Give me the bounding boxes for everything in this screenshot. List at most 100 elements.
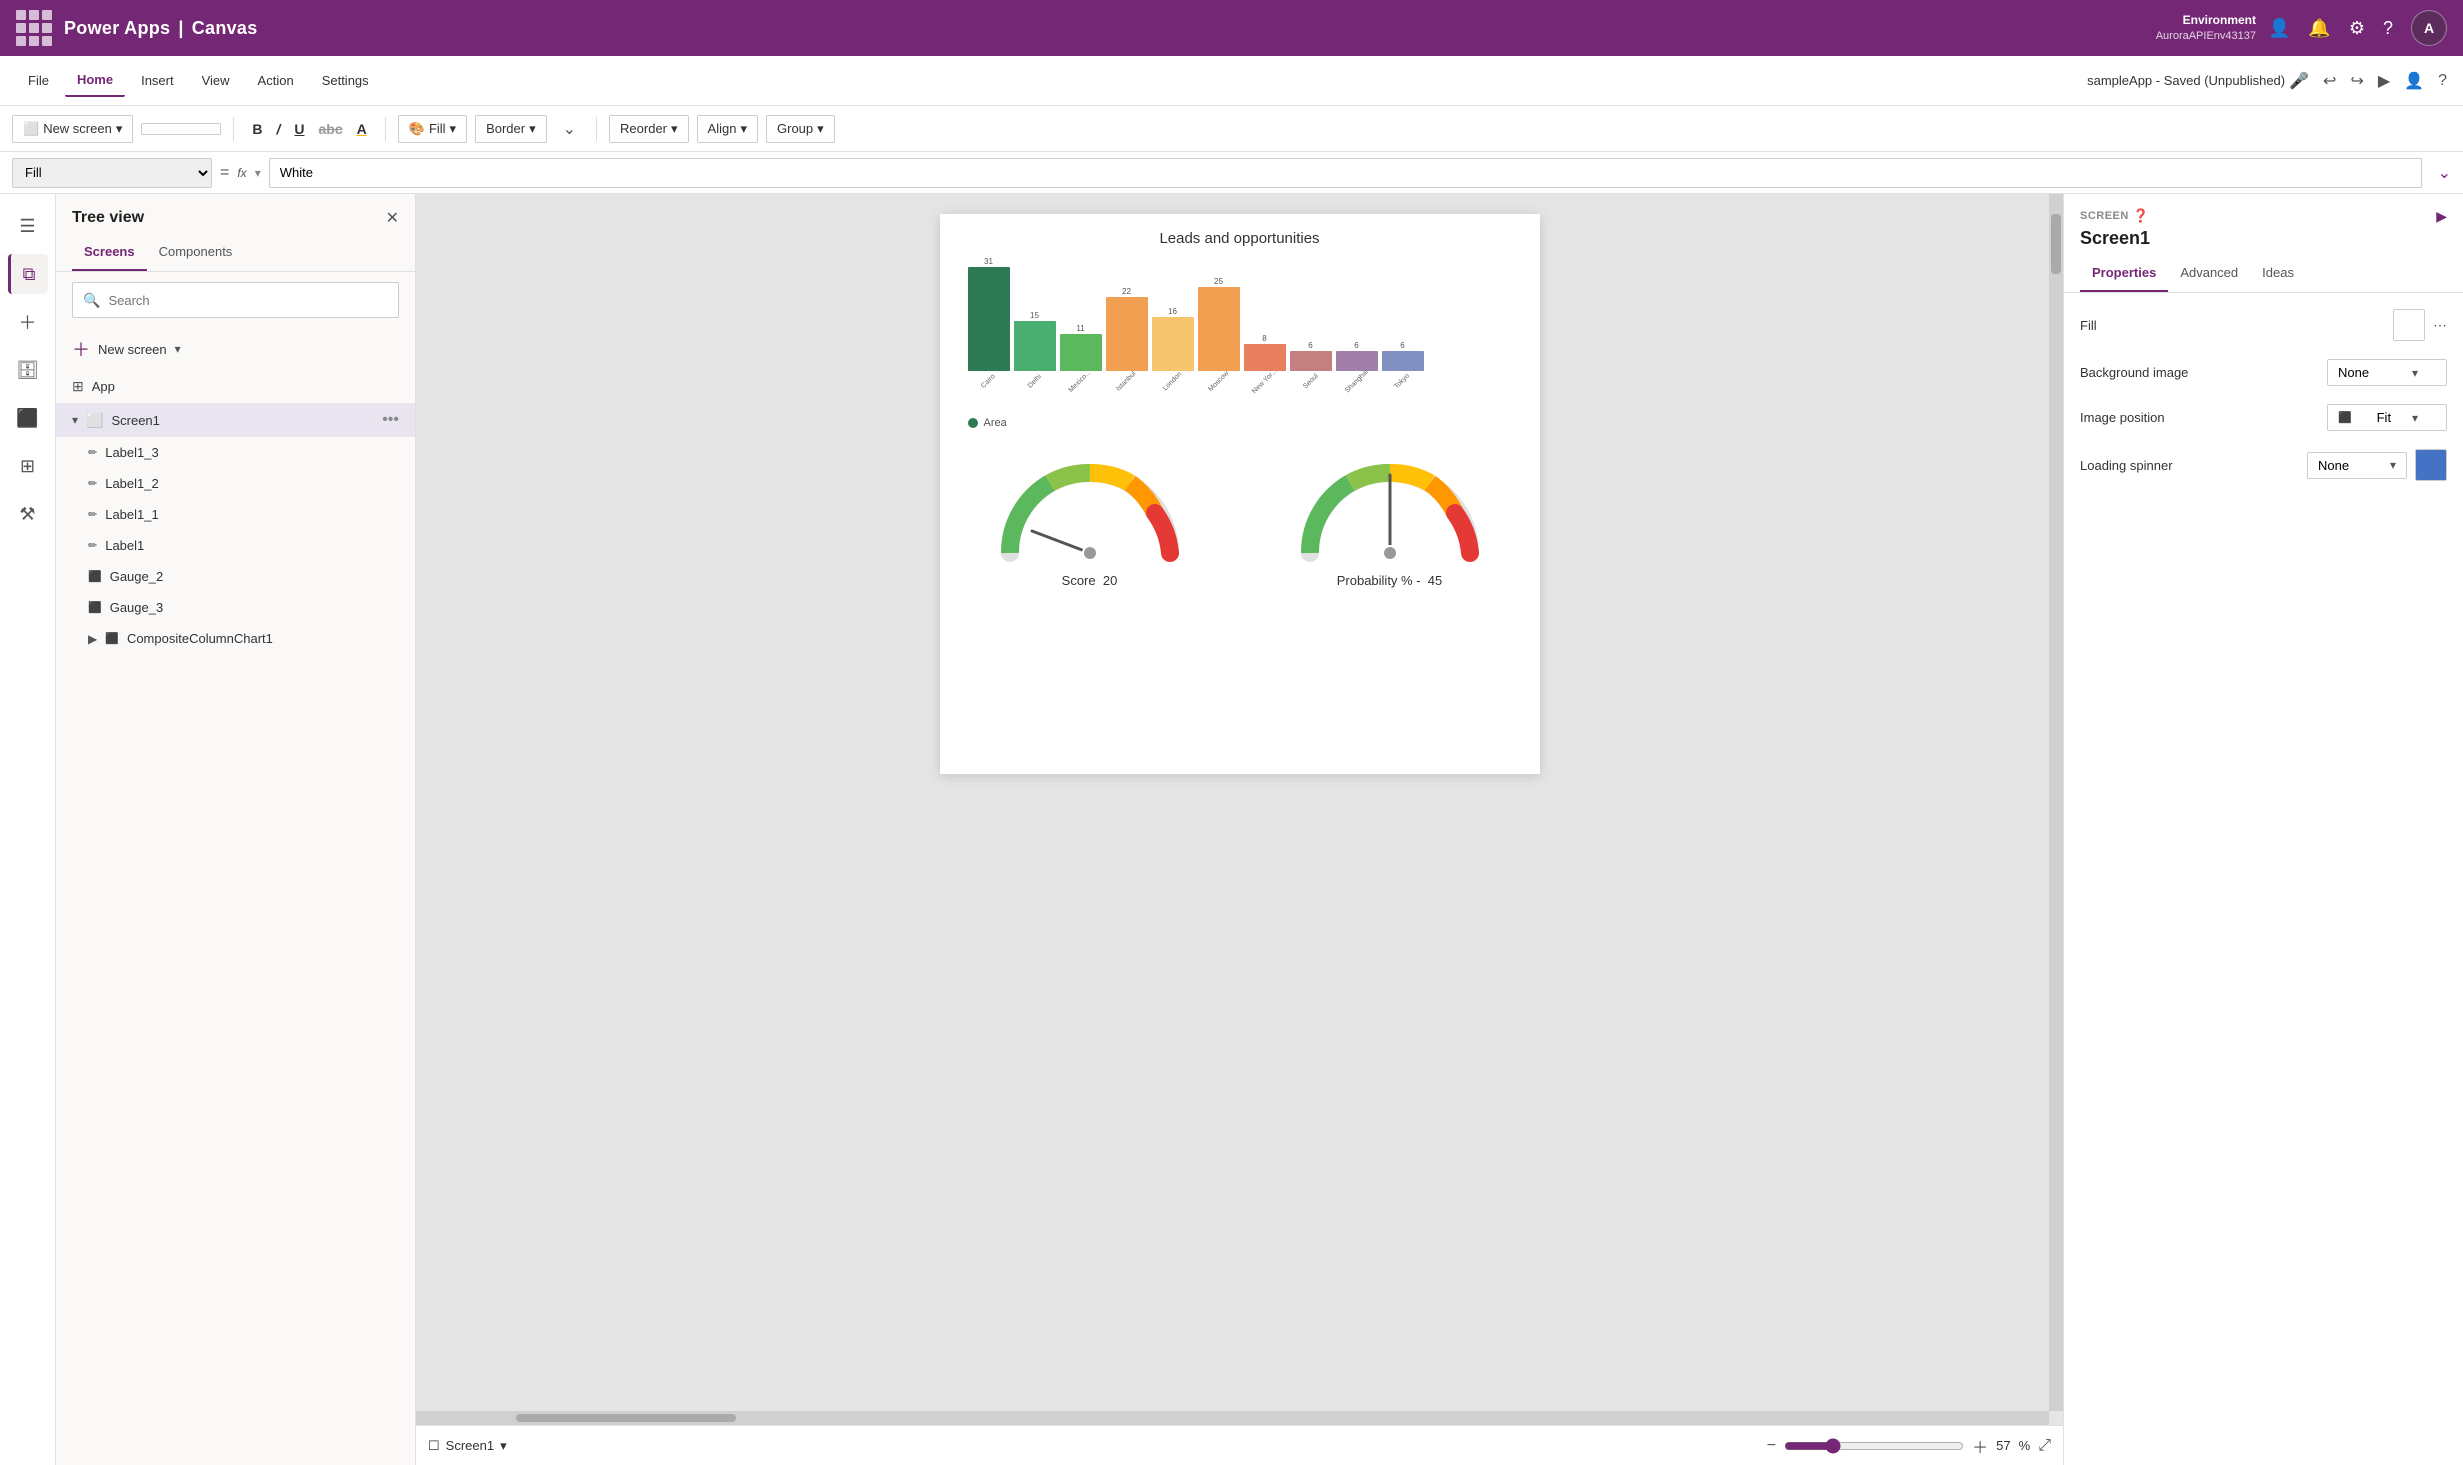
menu-settings[interactable]: Settings <box>310 65 381 96</box>
fill-label: Fill <box>429 121 446 136</box>
new-screen-button[interactable]: ⬜ New screen ▾ <box>12 115 133 143</box>
fill-more-icon[interactable]: ⋯ <box>2433 317 2447 334</box>
toolbar-sep-1 <box>233 117 234 141</box>
rp-image-position-dropdown[interactable]: ⬛ Fit ▾ <box>2327 404 2447 431</box>
redo-icon[interactable]: ↪ <box>2350 71 2363 91</box>
fill-button[interactable]: 🎨 Fill ▾ <box>398 115 467 143</box>
fill-color-picker[interactable] <box>2393 309 2425 341</box>
zoom-slider[interactable] <box>1784 1438 1964 1454</box>
env-value: AuroraAPIEnv43137 <box>2156 29 2256 43</box>
rp-spinner-dropdown[interactable]: None ▾ <box>2307 452 2407 479</box>
menu-view[interactable]: View <box>190 65 242 96</box>
avatar[interactable]: A <box>2411 10 2447 46</box>
voice-icon[interactable]: 🎤 <box>2289 71 2309 91</box>
notification-icon[interactable]: 🔔 <box>2308 18 2330 39</box>
settings-icon[interactable]: ⚙ <box>2349 18 2365 39</box>
data-icon[interactable]: 🗄 <box>8 350 48 390</box>
font-selector[interactable] <box>141 123 221 135</box>
rp-bg-image-label: Background image <box>2080 365 2188 380</box>
zoom-unit: % <box>2019 1438 2031 1453</box>
horizontal-scrollbar[interactable] <box>416 1411 2049 1425</box>
menu-insert[interactable]: Insert <box>129 65 186 96</box>
spinner-color-picker[interactable] <box>2415 449 2447 481</box>
toolbar: ⬜ New screen ▾ B / U abc A 🎨 Fill ▾ Bord… <box>0 106 2463 152</box>
user-icon[interactable]: 👤 <box>2268 18 2290 39</box>
tree-item-gauge2[interactable]: ⬛ Gauge_2 <box>56 561 415 592</box>
undo-icon[interactable]: ↩ <box>2323 71 2336 91</box>
formula-expand[interactable]: ⌄ <box>2438 163 2451 183</box>
tree-item-chart1[interactable]: ▶ ⬛ CompositeColumnChart1 <box>56 623 415 654</box>
screen-icon: ⬜ <box>86 412 103 429</box>
zoom-in-button[interactable]: ＋ <box>1972 1434 1988 1458</box>
rp-tab-ideas[interactable]: Ideas <box>2250 257 2306 292</box>
property-select[interactable]: Fill <box>12 158 212 188</box>
formula-input[interactable] <box>269 158 2422 188</box>
vertical-scrollbar[interactable] <box>2049 194 2063 1411</box>
chart-container: Leads and opportunities 31 Cairo 15 De <box>940 214 1540 445</box>
align-button[interactable]: Align ▾ <box>697 115 758 143</box>
tree-item-app[interactable]: ⊞ App <box>56 370 415 403</box>
rp-collapse-button[interactable]: ▶ <box>2436 208 2447 225</box>
new-screen-label: New screen <box>43 121 112 136</box>
tree-item-gauge3[interactable]: ⬛ Gauge_3 <box>56 592 415 623</box>
new-screen-chevron: ▾ <box>175 342 181 356</box>
rp-fill-control: ⋯ <box>2393 309 2447 341</box>
property-selector[interactable]: Fill <box>12 158 212 188</box>
menu-action[interactable]: Action <box>246 65 306 96</box>
tree-search-box[interactable]: 🔍 <box>72 282 399 318</box>
search-input[interactable] <box>108 283 388 317</box>
reorder-button[interactable]: Reorder ▾ <box>609 115 689 143</box>
hamburger-icon[interactable]: ☰ <box>8 206 48 246</box>
rp-bg-image-dropdown[interactable]: None ▾ <box>2327 359 2447 386</box>
components-icon[interactable]: ⊞ <box>8 446 48 486</box>
tree-item-label1-2[interactable]: ✏ Label1_2 <box>56 468 415 499</box>
border-button[interactable]: Border ▾ <box>475 115 547 143</box>
menu-home[interactable]: Home <box>65 64 125 97</box>
italic-button[interactable]: / <box>270 117 286 141</box>
tab-components[interactable]: Components <box>147 236 245 271</box>
new-screen-button[interactable]: ＋ New screen ▾ <box>56 328 415 370</box>
rp-image-position-row: Image position ⬛ Fit ▾ <box>2080 404 2447 431</box>
tree-tabs: Screens Components <box>56 236 415 272</box>
gauge2: Probability % - 45 <box>1290 453 1490 588</box>
environment-info: Environment AuroraAPIEnv43137 <box>2156 13 2256 43</box>
tree-item-screen1[interactable]: ▾ ⬜ Screen1 ••• <box>56 403 415 437</box>
font-color-button[interactable]: A <box>351 117 373 141</box>
layers-icon[interactable]: ⧉ <box>8 254 48 294</box>
canvas-label: Canvas <box>192 18 258 39</box>
right-panel: SCREEN ❓ Screen1 ▶ Properties Advanced I… <box>2063 194 2463 1465</box>
bold-button[interactable]: B <box>246 117 268 141</box>
tree-item-label1-1[interactable]: ✏ Label1_1 <box>56 499 415 530</box>
strikethrough-button[interactable]: abc <box>313 117 349 141</box>
rp-tab-advanced[interactable]: Advanced <box>2168 257 2250 292</box>
apps-grid-icon[interactable] <box>16 10 52 46</box>
screen1-more[interactable]: ••• <box>382 411 399 429</box>
tree-close-button[interactable]: ✕ <box>386 208 399 228</box>
tree-items: ⊞ App ▾ ⬜ Screen1 ••• ✏ Label1_3 ✏ Label… <box>56 370 415 1465</box>
reorder-chevron: ▾ <box>671 121 678 137</box>
tree-item-label1-3[interactable]: ✏ Label1_3 <box>56 437 415 468</box>
gauge3-icon: ⬛ <box>88 601 102 614</box>
new-screen-chevron: ▾ <box>116 121 123 137</box>
preview-icon[interactable]: 👤 <box>2404 71 2424 91</box>
zoom-out-button[interactable]: − <box>1767 1437 1776 1455</box>
help-icon[interactable]: ? <box>2383 18 2393 39</box>
tab-screens[interactable]: Screens <box>72 236 147 271</box>
tools-icon[interactable]: ⚒ <box>8 494 48 534</box>
rp-tab-properties[interactable]: Properties <box>2080 257 2168 292</box>
gauge2-svg <box>1290 453 1490 573</box>
underline-button[interactable]: U <box>288 117 310 141</box>
fullscreen-button[interactable]: ⤢ <box>2038 1437 2051 1455</box>
menu-file[interactable]: File <box>16 65 61 96</box>
tree-item-label1[interactable]: ✏ Label1 <box>56 530 415 561</box>
media-icon[interactable]: ⬛ <box>8 398 48 438</box>
more-button[interactable]: ⌄ <box>555 114 584 144</box>
rp-help-icon[interactable]: ❓ <box>2133 208 2150 224</box>
add-icon[interactable]: ＋ <box>8 302 48 342</box>
fit-icon: ⬛ <box>2338 411 2352 424</box>
group-button[interactable]: Group ▾ <box>766 115 835 143</box>
rp-fill-row: Fill ⋯ <box>2080 309 2447 341</box>
canvas-screen-selector[interactable]: ☐ Screen1 ▾ <box>428 1438 507 1454</box>
help-menu-icon[interactable]: ? <box>2438 72 2447 90</box>
play-icon[interactable]: ▶ <box>2378 71 2390 91</box>
